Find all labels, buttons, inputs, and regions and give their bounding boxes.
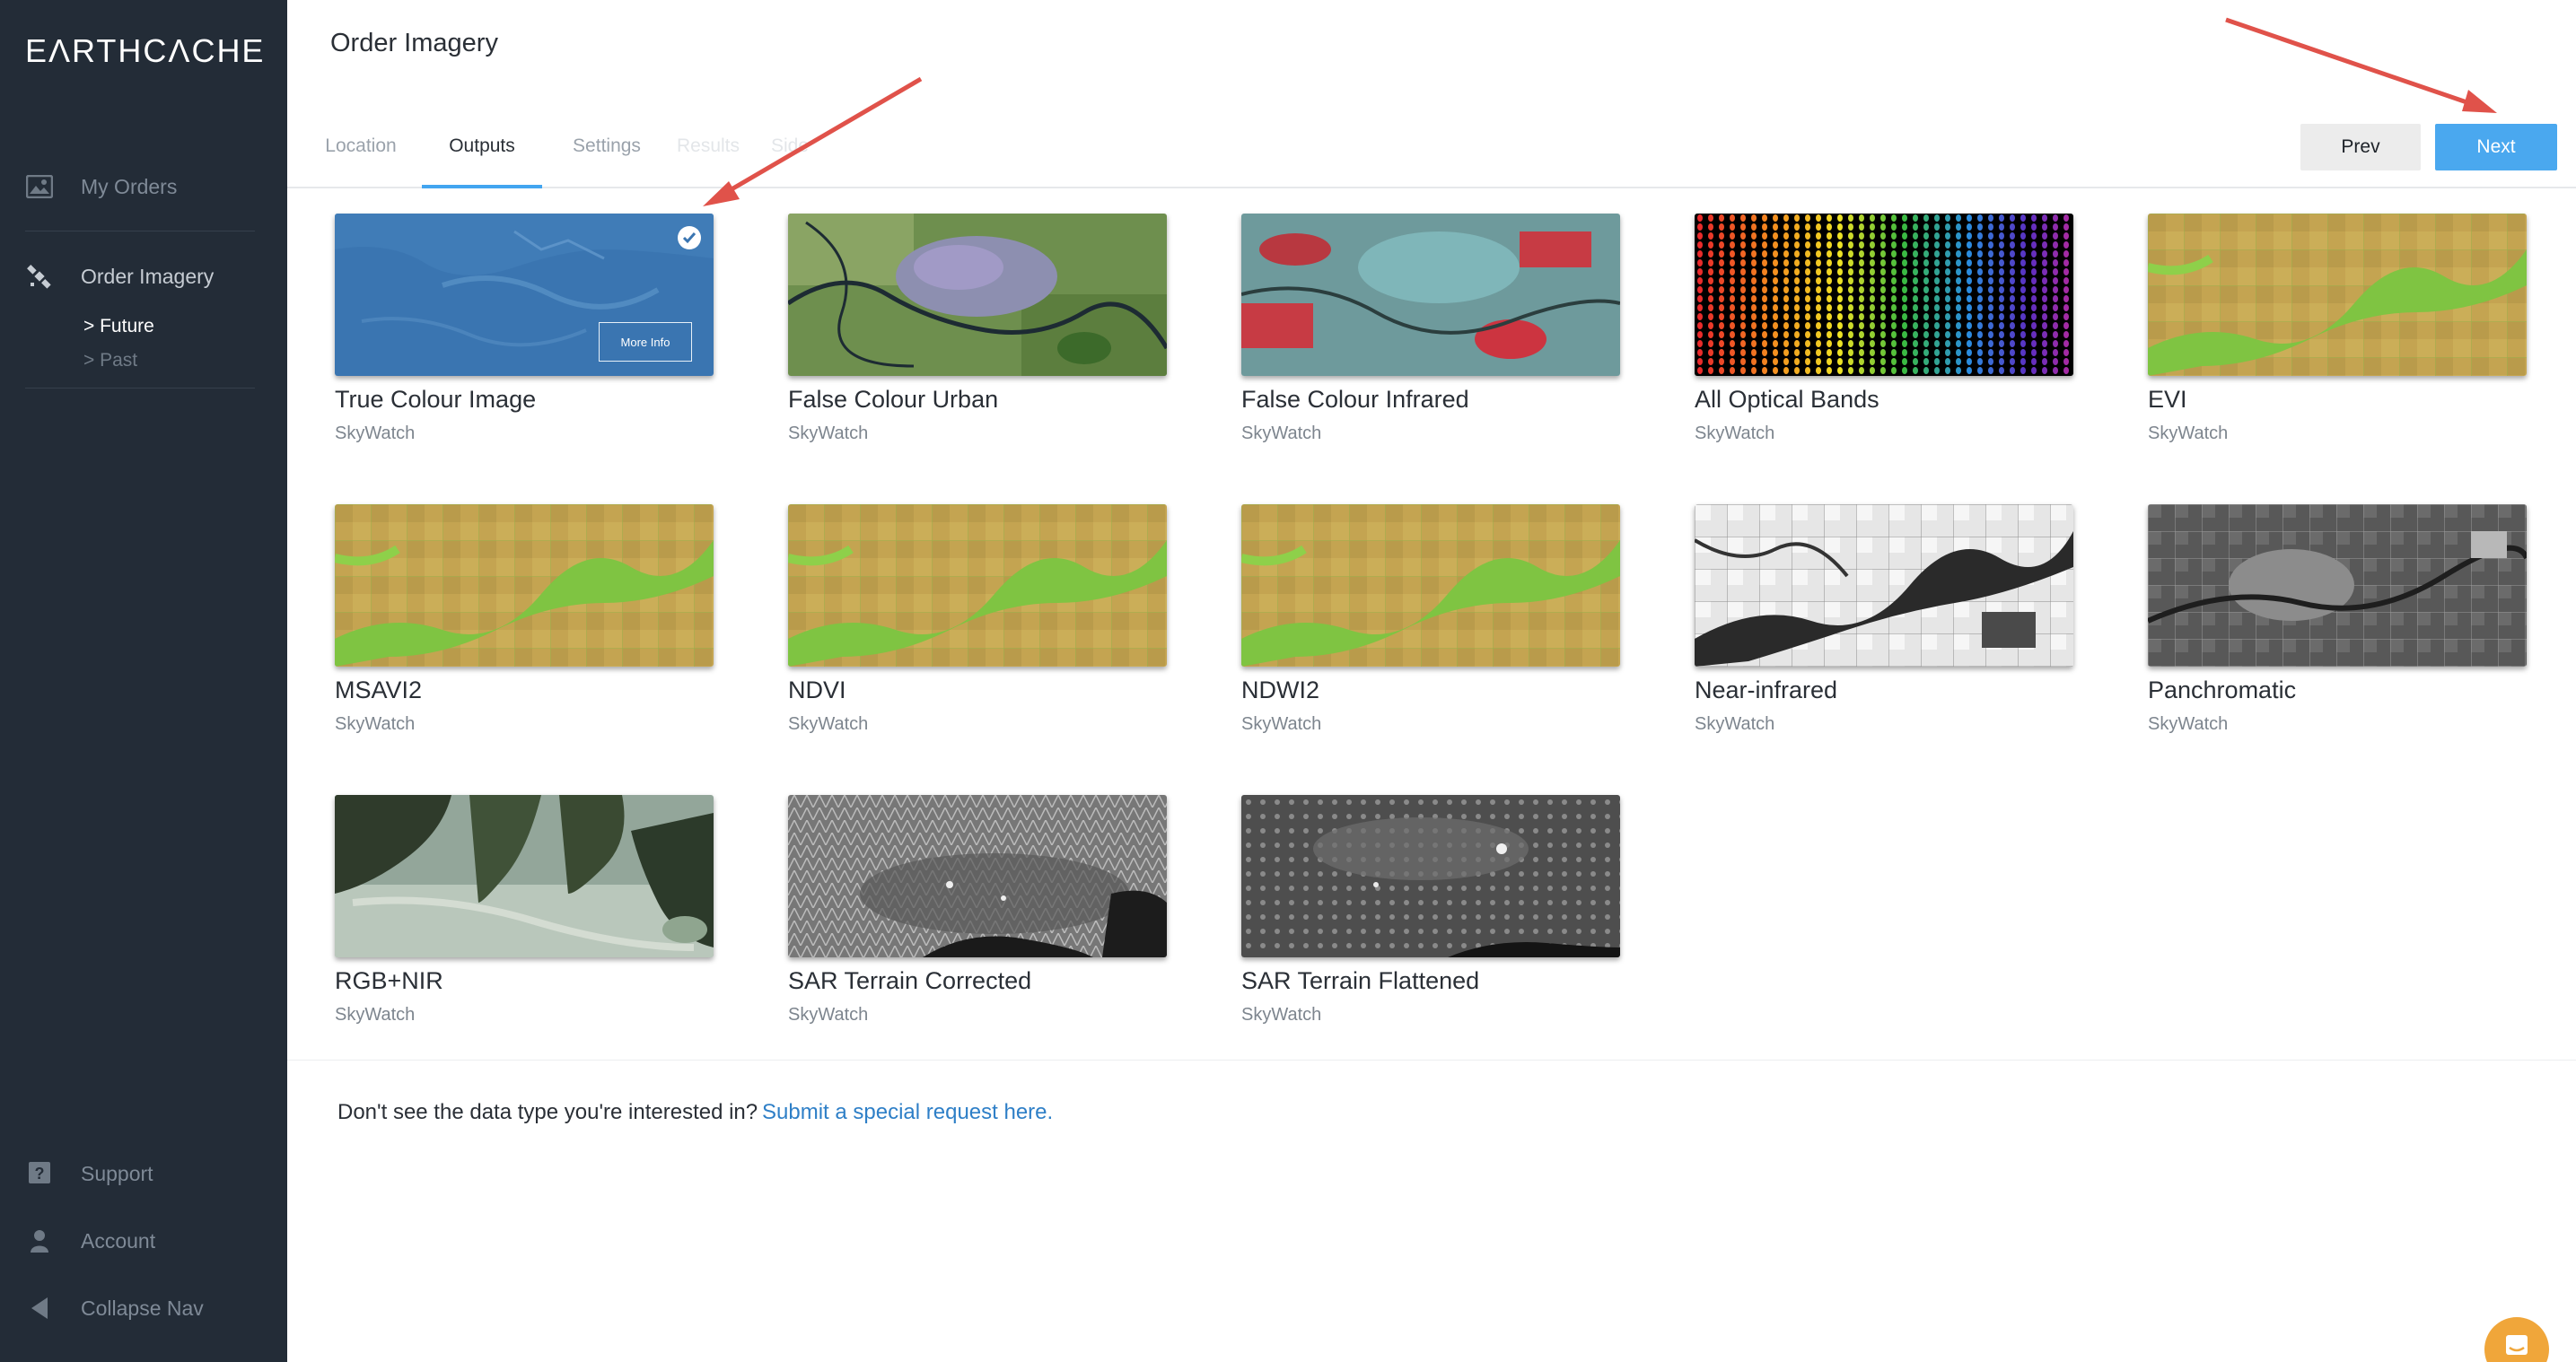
- output-title: MSAVI2: [335, 677, 423, 703]
- tab-side[interactable]: Side: [763, 118, 817, 188]
- more-info-button[interactable]: More Info: [599, 322, 692, 362]
- app-logo[interactable]: EΛRTHCΛCHE: [25, 32, 265, 70]
- output-title: Panchromatic: [2148, 677, 2297, 703]
- output-card-sar-terrain-corrected[interactable]: SAR Terrain Corrected SkyWatch: [788, 795, 1167, 1028]
- sidebar-item-order-imagery[interactable]: Order Imagery: [0, 249, 287, 303]
- output-card-sar-terrain-flattened[interactable]: SAR Terrain Flattened SkyWatch: [1241, 795, 1620, 1028]
- app-root: EΛRTHCΛCHE My Orders Order Imagery > Fut…: [0, 0, 2576, 1362]
- sidebar-divider: [25, 388, 255, 389]
- footer-text: Don't see the data type you're intereste…: [337, 1100, 758, 1124]
- output-card-false-colour-infrared[interactable]: False Colour Infrared SkyWatch: [1241, 214, 1620, 447]
- next-button[interactable]: Next: [2435, 124, 2557, 170]
- sidebar-item-label: Order Imagery: [81, 264, 215, 288]
- help-icon: ?: [25, 1159, 54, 1188]
- output-card-true-colour-image[interactable]: More Info True Colour Image SkyWatch: [335, 214, 714, 447]
- output-provider: SkyWatch: [335, 1005, 416, 1025]
- output-thumbnail: [788, 504, 1167, 667]
- special-request-link[interactable]: Submit a special request here.: [762, 1100, 1053, 1125]
- output-thumbnail: More Info: [335, 214, 714, 376]
- output-provider: SkyWatch: [335, 423, 416, 443]
- output-card-rgb-nir[interactable]: RGB+NIR SkyWatch: [335, 795, 714, 1028]
- output-card-ndwi2[interactable]: NDWI2 SkyWatch: [1241, 504, 1620, 738]
- tab-location[interactable]: Location: [323, 118, 399, 188]
- footer-divider: [287, 1060, 2576, 1061]
- output-title: RGB+NIR: [335, 967, 443, 994]
- output-title: NDVI: [788, 677, 846, 703]
- output-card-panchromatic[interactable]: Panchromatic SkyWatch: [2148, 504, 2527, 738]
- output-provider: SkyWatch: [2148, 714, 2229, 734]
- output-title: EVI: [2148, 386, 2187, 413]
- output-provider: SkyWatch: [2148, 423, 2229, 443]
- output-thumbnail: [335, 504, 714, 667]
- output-card-all-optical-bands[interactable]: All Optical Bands SkyWatch: [1695, 214, 2073, 447]
- sidebar-item-label: Collapse Nav: [81, 1296, 204, 1320]
- output-provider: SkyWatch: [1695, 423, 1775, 443]
- sidebar-item-my-orders[interactable]: My Orders: [0, 160, 287, 214]
- output-provider: SkyWatch: [1695, 714, 1775, 734]
- output-provider: SkyWatch: [1241, 423, 1322, 443]
- image-icon: [25, 172, 54, 201]
- sidebar-item-collapse-nav[interactable]: Collapse Nav: [0, 1281, 287, 1335]
- satellite-icon: [25, 262, 54, 291]
- triangle-left-icon: [25, 1294, 54, 1323]
- output-card-ndvi[interactable]: NDVI SkyWatch: [788, 504, 1167, 738]
- output-title: SAR Terrain Corrected: [788, 967, 1032, 994]
- output-provider: SkyWatch: [788, 423, 869, 443]
- output-card-near-infrared[interactable]: Near-infrared SkyWatch: [1695, 504, 2073, 738]
- user-icon: [25, 1227, 54, 1255]
- output-title: NDWI2: [1241, 677, 1319, 703]
- output-provider: SkyWatch: [788, 1005, 869, 1025]
- output-card-evi[interactable]: EVI SkyWatch: [2148, 214, 2527, 447]
- output-title: Near-infrared: [1695, 677, 1838, 703]
- sidebar-item-label: My Orders: [81, 174, 178, 198]
- output-thumbnail: [335, 795, 714, 957]
- prev-button[interactable]: Prev: [2300, 124, 2421, 170]
- subnav-item-future[interactable]: > Future: [83, 310, 154, 344]
- tab-settings[interactable]: Settings: [565, 118, 648, 188]
- output-provider: SkyWatch: [788, 714, 869, 734]
- output-thumbnail: [2148, 504, 2527, 667]
- output-provider: SkyWatch: [1241, 1005, 1322, 1025]
- output-title: False Colour Urban: [788, 386, 999, 413]
- output-card-msavi2[interactable]: MSAVI2 SkyWatch: [335, 504, 714, 738]
- svg-text:?: ?: [35, 1165, 45, 1183]
- sidebar-item-account[interactable]: Account: [0, 1214, 287, 1268]
- output-provider: SkyWatch: [335, 714, 416, 734]
- sidebar-item-label: Account: [81, 1228, 156, 1253]
- output-title: All Optical Bands: [1695, 386, 1879, 413]
- tab-bar: Location Outputs Settings Results Side: [287, 118, 2576, 188]
- tab-outputs[interactable]: Outputs: [422, 118, 542, 188]
- subnav-item-past[interactable]: > Past: [83, 344, 154, 378]
- sidebar-subnav: > Future > Past: [83, 310, 154, 378]
- output-thumbnail: [1241, 214, 1620, 376]
- sidebar-item-support[interactable]: ? Support: [0, 1147, 287, 1200]
- output-provider: SkyWatch: [1241, 714, 1322, 734]
- output-thumbnail: [1241, 795, 1620, 957]
- selected-check-icon: [678, 226, 701, 249]
- output-thumbnail: [788, 795, 1167, 957]
- page-title: Order Imagery: [330, 29, 498, 57]
- tab-results[interactable]: Results: [671, 118, 745, 188]
- output-thumbnail: [2148, 214, 2527, 376]
- chat-launcher-button[interactable]: [2484, 1317, 2549, 1362]
- sidebar-item-label: Support: [81, 1161, 153, 1185]
- main-content: Order Imagery Location Outputs Settings …: [287, 0, 2576, 1362]
- output-card-false-colour-urban[interactable]: False Colour Urban SkyWatch: [788, 214, 1167, 447]
- output-thumbnail: [1695, 214, 2073, 376]
- output-thumbnail: [1241, 504, 1620, 667]
- output-thumbnail: [788, 214, 1167, 376]
- output-thumbnail: [1695, 504, 2073, 667]
- output-title: False Colour Infrared: [1241, 386, 1469, 413]
- sidebar: EΛRTHCΛCHE My Orders Order Imagery > Fut…: [0, 0, 287, 1362]
- output-title: SAR Terrain Flattened: [1241, 967, 1480, 994]
- output-title: True Colour Image: [335, 386, 537, 413]
